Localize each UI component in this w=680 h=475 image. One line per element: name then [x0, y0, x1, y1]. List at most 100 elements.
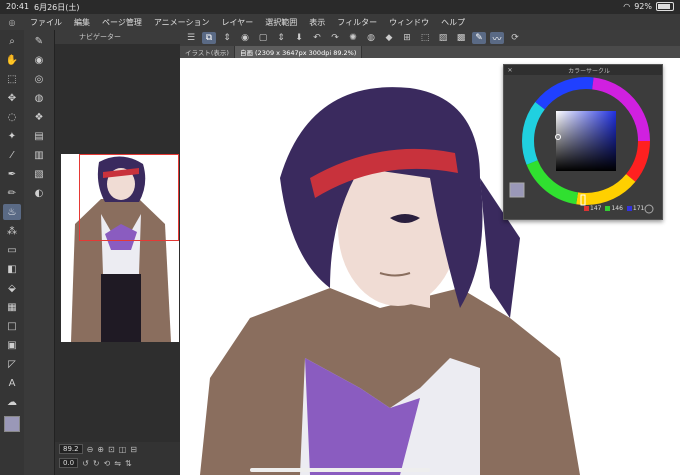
- airbrush-tool-icon[interactable]: ⁂: [3, 223, 21, 239]
- brush-preset-6-icon[interactable]: ▤: [30, 128, 48, 144]
- view-icon[interactable]: ◉: [238, 32, 252, 44]
- rotate-reset-icon[interactable]: ⟲: [104, 459, 111, 468]
- move-tool-icon[interactable]: ✥: [3, 90, 21, 106]
- flip-vertical-icon[interactable]: ⇅: [125, 459, 132, 468]
- new-file-icon[interactable]: ▢: [256, 32, 270, 44]
- command-bar: ☰ ⧉ ⇕ ◉ ▢ ⇕ ⬇ ↶ ↷ ✺ ◍ ◆ ⊞ ⬚ ▨ ▩ ✎ 〰 ⟳: [180, 30, 680, 46]
- menu-layer[interactable]: レイヤー: [216, 17, 260, 28]
- transform-icon[interactable]: ⊞: [400, 32, 414, 44]
- zoom-out-icon[interactable]: ⊖: [87, 445, 94, 454]
- eyedropper-icon[interactable]: ⁄: [3, 147, 21, 163]
- menu-file[interactable]: ファイル: [24, 17, 68, 28]
- navigator-controls: 89.2 ⊖ ⊕ ⊡ ◫ ⊟ 0.0 ↺ ↻ ⟲ ⇋ ⇅: [55, 442, 180, 475]
- redo-icon[interactable]: ↷: [328, 32, 342, 44]
- app-logo-icon[interactable]: ◎: [0, 18, 24, 27]
- menu-bar: ◎ ファイル 編集 ページ管理 アニメーション レイヤー 選択範囲 表示 フィル…: [0, 14, 680, 30]
- color-panel-title: カラーサークル: [568, 67, 610, 75]
- rotate-right-icon[interactable]: ↻: [93, 459, 100, 468]
- loading-icon[interactable]: ✺: [346, 32, 360, 44]
- fill-tool-icon[interactable]: ⬙: [3, 280, 21, 296]
- figure-tool-icon[interactable]: □: [3, 318, 21, 334]
- brush-tool-icon[interactable]: ♨: [3, 204, 21, 220]
- open-file-icon[interactable]: ⇕: [274, 32, 288, 44]
- document-tabs: イラスト(表示) 自画 (2309 x 3647px 300dpi 89.2%): [180, 46, 680, 58]
- gradient-tool-icon[interactable]: ▦: [3, 299, 21, 315]
- status-bar: 20:41 6月26日(土) ◠ 92%: [0, 0, 680, 14]
- pencil-tool-icon[interactable]: ✏: [3, 185, 21, 201]
- layer-toggle-icon[interactable]: ⇕: [220, 32, 234, 44]
- tool-palette: ⌕ ✋ ⬚ ✥ ◌ ✦ ⁄ ✒ ✏ ♨ ⁂ ▭ ◧ ⬙ ▦ □ ▣ ◸ A ☁: [0, 30, 25, 475]
- eraser-tool-icon[interactable]: ▭: [3, 242, 21, 258]
- brush-preset-1-icon[interactable]: ✎: [30, 33, 48, 49]
- stabilizer-icon[interactable]: ⟳: [508, 32, 522, 44]
- fill-icon[interactable]: ◆: [382, 32, 396, 44]
- menu-hamburger-icon[interactable]: ☰: [184, 32, 198, 44]
- home-indicator: [250, 468, 430, 472]
- zoom-value[interactable]: 89.2: [59, 444, 83, 454]
- hand-tool-icon[interactable]: ✋: [3, 52, 21, 68]
- main-color-swatch[interactable]: [4, 416, 20, 432]
- battery-percent: 92%: [634, 2, 652, 11]
- select-tool-icon[interactable]: ⬚: [3, 71, 21, 87]
- pen-tool-icon[interactable]: ✒: [3, 166, 21, 182]
- menu-view[interactable]: 表示: [303, 17, 331, 28]
- balloon-tool-icon[interactable]: ☁: [3, 394, 21, 410]
- menu-animation[interactable]: アニメーション: [148, 17, 216, 28]
- color-value-g: 146: [611, 205, 623, 212]
- ruler-tool-icon[interactable]: ◸: [3, 356, 21, 372]
- menu-filter[interactable]: フィルター: [331, 17, 383, 28]
- navigator-panel: ナビゲーター 89.2 ⊖ ⊕ ⊡ ◫ ⊟ 0.0 ↺ ↻ ⟲ ⇋ ⇅: [55, 30, 180, 475]
- brush-preset-7-icon[interactable]: ▥: [30, 147, 48, 163]
- menu-page[interactable]: ページ管理: [96, 17, 148, 28]
- save-icon[interactable]: ⬇: [292, 32, 306, 44]
- zoom-reset-icon[interactable]: ⊟: [130, 445, 137, 454]
- status-date: 6月26日(土): [34, 3, 80, 12]
- color-value-r: 147: [590, 205, 602, 212]
- zoom-in-icon[interactable]: ⊕: [97, 445, 104, 454]
- fit-icon[interactable]: ⊡: [108, 445, 115, 454]
- brush-preset-8-icon[interactable]: ▧: [30, 166, 48, 182]
- navigator-tab-label: ナビゲーター: [79, 33, 121, 41]
- battery-icon: [656, 2, 674, 11]
- navigator-preview[interactable]: [61, 154, 179, 342]
- deselect-icon[interactable]: ⬚: [418, 32, 432, 44]
- brush-preset-4-icon[interactable]: ◍: [30, 90, 48, 106]
- rotate-left-icon[interactable]: ↺: [82, 459, 89, 468]
- navigator-view-frame[interactable]: [79, 154, 179, 241]
- invert-selection-icon[interactable]: ▨: [436, 32, 450, 44]
- zoom-tool-icon[interactable]: ⌕: [3, 33, 21, 49]
- menu-edit[interactable]: 編集: [68, 17, 96, 28]
- brush-preset-3-icon[interactable]: ◎: [30, 71, 48, 87]
- crop-icon[interactable]: ▩: [454, 32, 468, 44]
- actual-size-icon[interactable]: ◫: [119, 445, 127, 454]
- tab-illustration[interactable]: イラスト(表示): [180, 46, 235, 58]
- close-icon[interactable]: ✕: [504, 67, 516, 74]
- brush-preset-9-icon[interactable]: ◐: [30, 185, 48, 201]
- menu-window[interactable]: ウィンドウ: [383, 17, 435, 28]
- frame-tool-icon[interactable]: ▣: [3, 337, 21, 353]
- brush-preset-2-icon[interactable]: ◉: [30, 52, 48, 68]
- brush-settings-icon[interactable]: ✎: [472, 32, 486, 44]
- menu-help[interactable]: ヘルプ: [435, 17, 471, 28]
- smoothing-icon[interactable]: 〰: [490, 32, 504, 45]
- color-values: 147 146 171: [584, 205, 644, 212]
- brush-preset-5-icon[interactable]: ❖: [30, 109, 48, 125]
- blend-tool-icon[interactable]: ◧: [3, 261, 21, 277]
- menu-selection[interactable]: 選択範囲: [259, 17, 303, 28]
- undo-icon[interactable]: ↶: [310, 32, 324, 44]
- quick-access-icon[interactable]: ⧉: [202, 32, 216, 44]
- navigator-tab[interactable]: ナビゲーター: [55, 30, 180, 44]
- status-time: 20:41: [6, 2, 30, 11]
- clear-icon[interactable]: ◍: [364, 32, 378, 44]
- color-circle-panel: ✕ カラーサークル 147 146 171: [503, 64, 663, 220]
- tab-self-portrait[interactable]: 自画 (2309 x 3647px 300dpi 89.2%): [234, 46, 363, 58]
- wifi-icon: ◠: [623, 2, 631, 11]
- lasso-tool-icon[interactable]: ◌: [3, 109, 21, 125]
- color-wheel[interactable]: [504, 75, 662, 219]
- rotation-value[interactable]: 0.0: [59, 458, 79, 468]
- text-tool-icon[interactable]: A: [3, 375, 21, 391]
- color-value-b: 171: [632, 205, 645, 212]
- sub-tool-palette: ✎ ◉ ◎ ◍ ❖ ▤ ▥ ▧ ◐: [24, 30, 55, 475]
- magic-wand-icon[interactable]: ✦: [3, 128, 21, 144]
- flip-horizontal-icon[interactable]: ⇋: [114, 459, 121, 468]
